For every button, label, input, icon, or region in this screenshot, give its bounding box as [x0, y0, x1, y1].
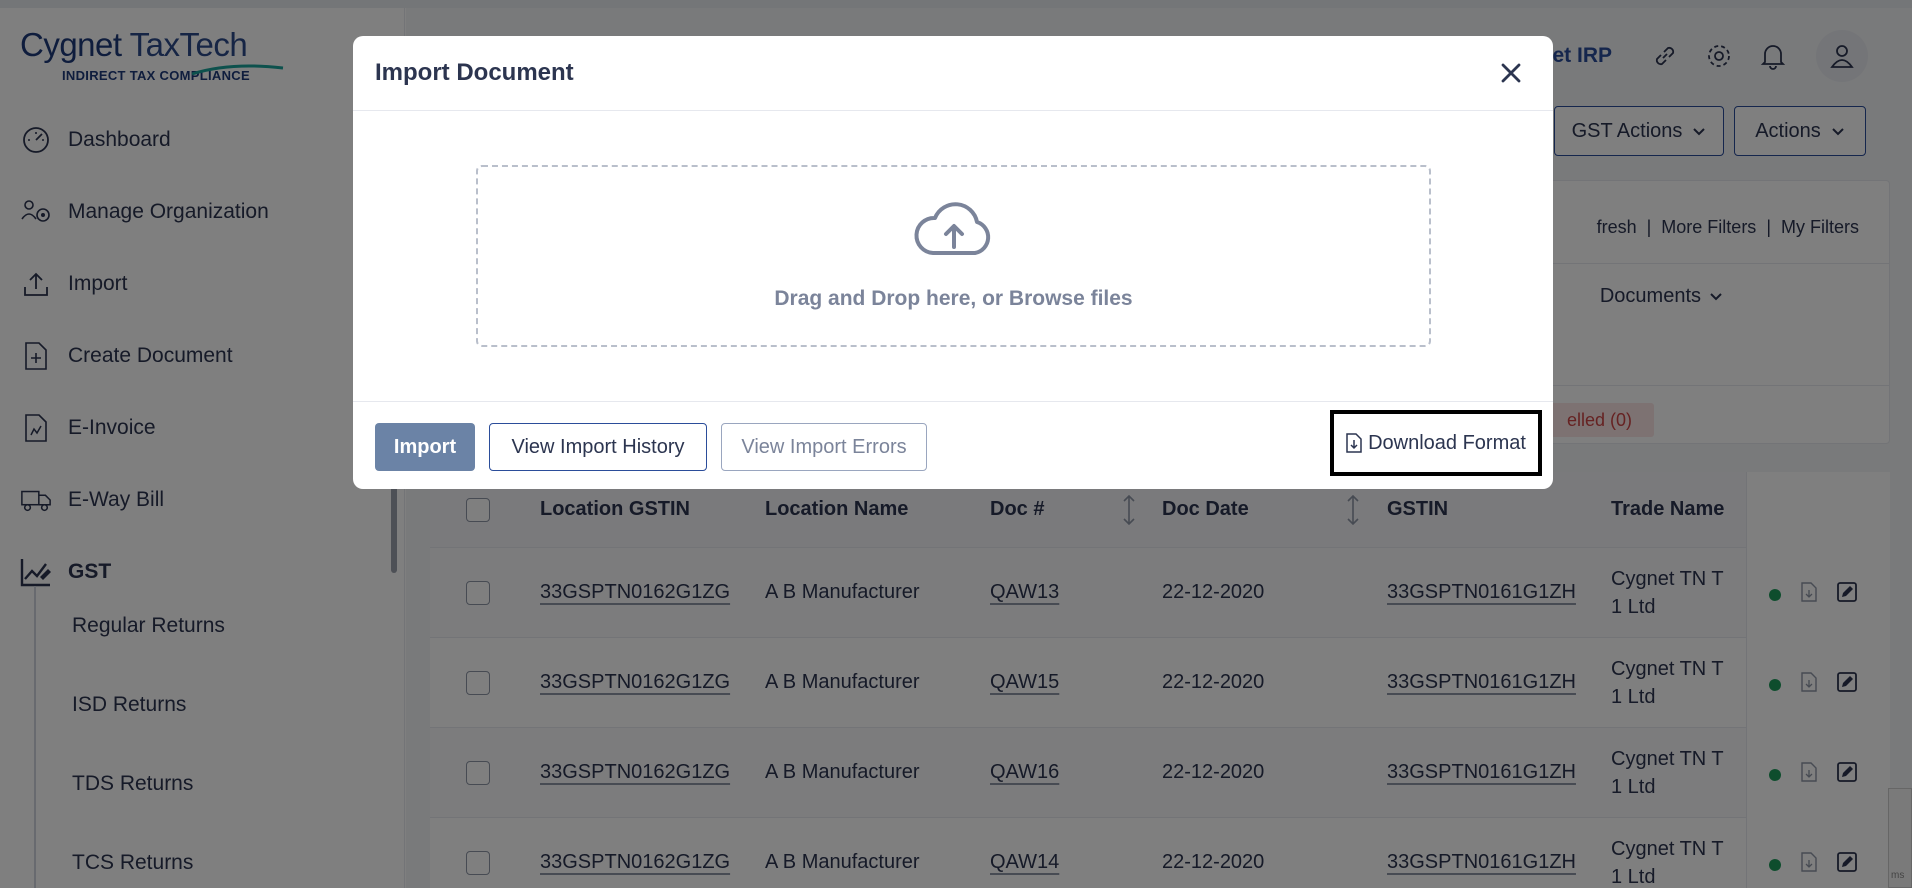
modal-title: Import Document — [375, 59, 574, 86]
close-button[interactable] — [1493, 55, 1529, 91]
modal-footer: Import View Import History View Import E… — [353, 401, 1553, 489]
download-file-icon — [1346, 433, 1362, 453]
cloud-upload-icon — [914, 202, 990, 255]
modal-header: Import Document — [353, 36, 1553, 111]
import-button[interactable]: Import — [375, 423, 475, 471]
download-format-label: Download Format — [1368, 431, 1526, 454]
import-document-modal: Import Document Drag and Drop here, or B… — [353, 36, 1553, 489]
download-format-button[interactable]: Download Format — [1330, 410, 1542, 476]
view-import-errors-button[interactable]: View Import Errors — [721, 423, 927, 471]
file-dropzone[interactable]: Drag and Drop here, or Browse files — [476, 165, 1431, 347]
dropzone-text[interactable]: Drag and Drop here, or Browse files — [774, 287, 1132, 311]
close-icon — [1501, 63, 1521, 83]
view-import-history-button[interactable]: View Import History — [489, 423, 707, 471]
modal-body: Drag and Drop here, or Browse files — [353, 111, 1553, 401]
